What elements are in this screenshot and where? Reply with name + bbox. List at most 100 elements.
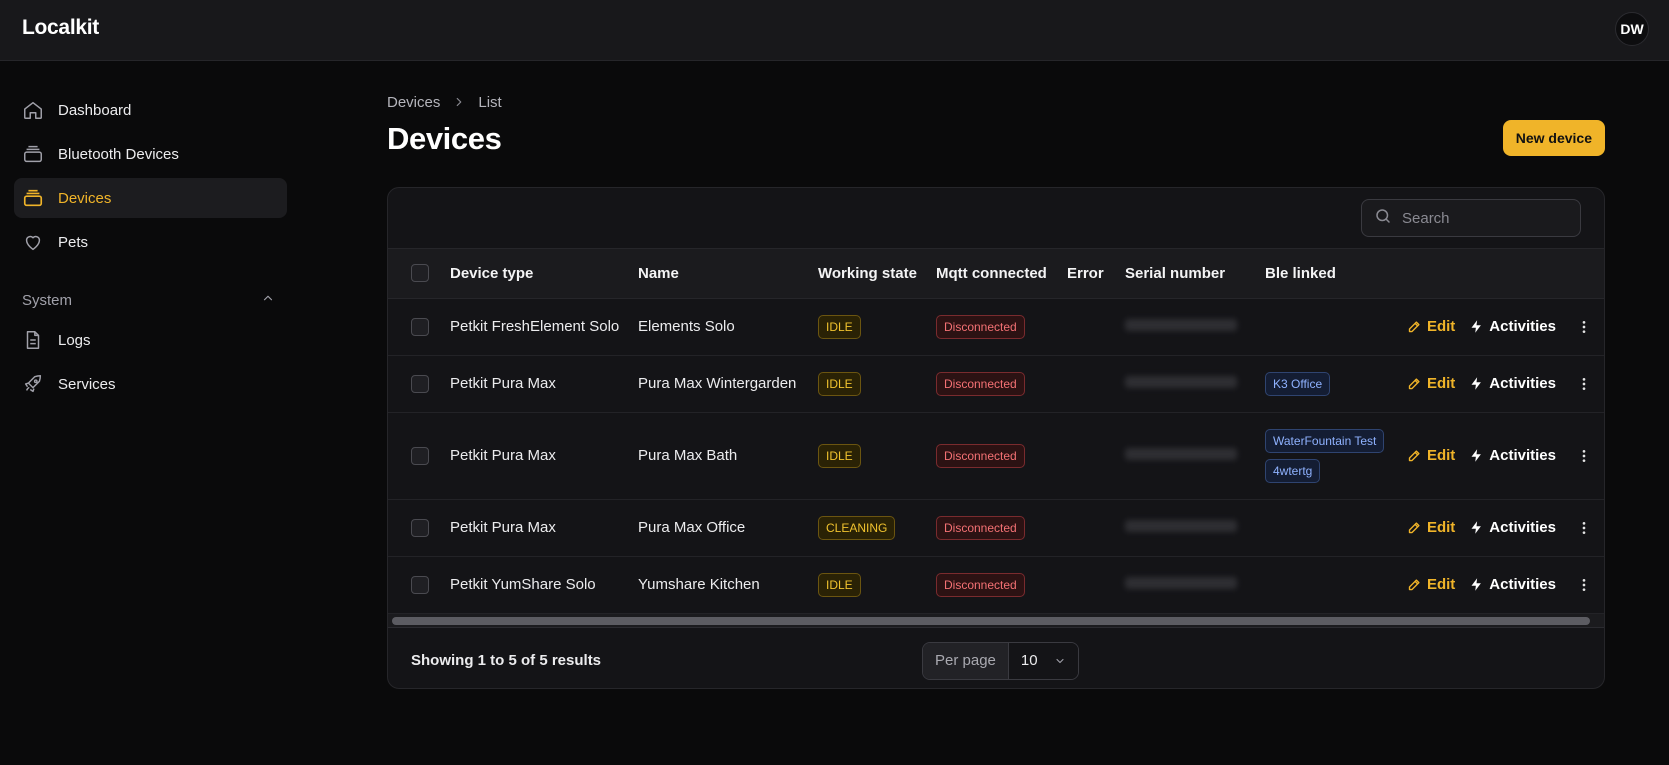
- ble-linked-cell: [1265, 298, 1411, 356]
- row-actions: Edit Activities: [1408, 576, 1604, 593]
- edit-button[interactable]: Edit: [1407, 447, 1455, 464]
- breadcrumb: Devices List: [387, 85, 1605, 119]
- sidebar-item-services[interactable]: Services: [14, 364, 287, 404]
- ble-link-badge[interactable]: K3 Office: [1265, 371, 1331, 396]
- column-header[interactable]: Name: [638, 249, 818, 299]
- error-cell: [1067, 556, 1125, 614]
- ble-link-badge[interactable]: 4wtertg: [1265, 458, 1321, 483]
- per-page-value-box[interactable]: 10: [1008, 642, 1078, 679]
- activities-label: Activities: [1489, 519, 1556, 536]
- sidebar-item-label: Services: [58, 375, 116, 393]
- more-options-icon[interactable]: [1576, 376, 1592, 392]
- breadcrumb-devices[interactable]: Devices: [387, 94, 440, 111]
- sidebar-item-devices[interactable]: Devices: [14, 178, 287, 218]
- edit-label: Edit: [1426, 519, 1456, 536]
- table-row[interactable]: Petkit FreshElement Solo Elements Solo I…: [388, 298, 1604, 356]
- edit-button[interactable]: Edit: [1407, 318, 1455, 335]
- row-checkbox[interactable]: [411, 446, 429, 465]
- activities-label: Activities: [1489, 318, 1556, 335]
- sidebar-item-label: Dashboard: [58, 101, 132, 119]
- row-checkbox[interactable]: [411, 518, 429, 537]
- more-options-icon[interactable]: [1576, 448, 1592, 464]
- sidebar-item-label: Pets: [58, 233, 89, 251]
- per-page-value: 10: [1020, 652, 1038, 669]
- per-page-label: Per page: [923, 642, 1009, 679]
- scrollbar-thumb[interactable]: [392, 616, 1590, 625]
- activities-label: Activities: [1489, 375, 1556, 392]
- column-header[interactable]: Mqtt connected: [936, 249, 1067, 299]
- working-state-badge: IDLE: [818, 314, 861, 339]
- devices-table-card: Device type Name Working state Mqtt conn…: [387, 187, 1605, 689]
- device-type-cell: Petkit Pura Max: [450, 412, 638, 500]
- bolt-icon: [1471, 449, 1482, 462]
- breadcrumb-list: List: [478, 93, 502, 111]
- bolt-icon: [1471, 377, 1482, 390]
- select-all-checkbox[interactable]: [411, 264, 429, 283]
- more-options-icon[interactable]: [1576, 577, 1592, 593]
- results-summary: Showing 1 to 5 of 5 results: [411, 651, 602, 669]
- edit-icon: [1408, 450, 1420, 462]
- device-stack-icon: [22, 187, 44, 209]
- edit-button[interactable]: Edit: [1407, 576, 1455, 593]
- device-type-cell: Petkit Pura Max: [450, 499, 638, 557]
- name-cell: Pura Max Bath: [638, 412, 818, 500]
- per-page-select[interactable]: Per page 10: [922, 641, 1079, 680]
- name-cell: Elements Solo: [638, 298, 818, 356]
- column-header[interactable]: Device type: [450, 249, 638, 299]
- sidebar-item-pets[interactable]: Pets: [14, 222, 287, 262]
- activities-button[interactable]: Activities: [1469, 519, 1556, 536]
- column-header[interactable]: Serial number: [1125, 249, 1265, 299]
- sidebar-item-label: Logs: [58, 331, 91, 349]
- sidebar-item-dashboard[interactable]: Dashboard: [14, 90, 287, 130]
- search-icon: [1374, 207, 1402, 229]
- table-row[interactable]: Petkit YumShare Solo Yumshare Kitchen ID…: [388, 556, 1604, 614]
- working-state-badge: IDLE: [818, 572, 861, 597]
- mqtt-status-badge: Disconnected: [936, 572, 1025, 597]
- name-cell: Pura Max Wintergarden: [638, 355, 818, 413]
- mqtt-status-badge: Disconnected: [936, 314, 1025, 339]
- edit-button[interactable]: Edit: [1407, 375, 1455, 392]
- ble-link-badge[interactable]: WaterFountain Test: [1265, 428, 1385, 453]
- edit-button[interactable]: Edit: [1407, 519, 1455, 536]
- device-type-cell: Petkit YumShare Solo: [450, 556, 638, 614]
- activities-button[interactable]: Activities: [1469, 576, 1556, 593]
- new-device-button[interactable]: New device: [1502, 120, 1605, 156]
- column-header[interactable]: Working state: [818, 249, 936, 299]
- ble-linked-cell: [1265, 499, 1411, 557]
- more-options-icon[interactable]: [1576, 319, 1592, 335]
- activities-button[interactable]: Activities: [1469, 375, 1556, 392]
- serial-number-redacted: [1125, 520, 1237, 532]
- device-type-cell: Petkit Pura Max: [450, 355, 638, 413]
- sidebar-item-logs[interactable]: Logs: [14, 320, 287, 360]
- activities-button[interactable]: Activities: [1469, 318, 1556, 335]
- name-cell: Yumshare Kitchen: [638, 556, 818, 614]
- ble-linked-cell: K3 Office: [1265, 355, 1411, 413]
- user-avatar[interactable]: DW: [1615, 12, 1649, 46]
- top-bar: Localkit DW: [0, 0, 1669, 61]
- app-brand[interactable]: Localkit: [22, 16, 99, 40]
- chevron-down-icon: [1056, 658, 1064, 663]
- row-checkbox[interactable]: [411, 374, 429, 393]
- document-icon: [22, 329, 44, 351]
- sidebar: Dashboard Bluetooth Devices Devices Pets…: [14, 90, 287, 408]
- row-checkbox[interactable]: [411, 575, 429, 594]
- more-options-icon[interactable]: [1576, 520, 1592, 536]
- edit-icon: [1408, 522, 1420, 534]
- table-row[interactable]: Petkit Pura Max Pura Max Wintergarden ID…: [388, 355, 1604, 413]
- row-checkbox[interactable]: [411, 317, 429, 336]
- name-cell: Pura Max Office: [638, 499, 818, 557]
- table-row[interactable]: Petkit Pura Max Pura Max Office CLEANING…: [388, 499, 1604, 557]
- sidebar-item-bluetooth-devices[interactable]: Bluetooth Devices: [14, 134, 287, 174]
- search-input[interactable]: [1402, 209, 1572, 227]
- activities-label: Activities: [1489, 447, 1556, 464]
- device-stack-icon: [22, 143, 44, 165]
- column-header[interactable]: Error: [1067, 249, 1125, 299]
- column-header[interactable]: Ble linked: [1265, 249, 1411, 299]
- table-row[interactable]: Petkit Pura Max Pura Max Bath IDLE Disco…: [388, 412, 1604, 500]
- working-state-badge: IDLE: [818, 371, 861, 396]
- sidebar-group-system[interactable]: System: [14, 280, 287, 320]
- edit-label: Edit: [1426, 318, 1456, 335]
- search-box[interactable]: [1361, 199, 1581, 237]
- activities-button[interactable]: Activities: [1469, 447, 1556, 464]
- horizontal-scrollbar[interactable]: [388, 613, 1604, 628]
